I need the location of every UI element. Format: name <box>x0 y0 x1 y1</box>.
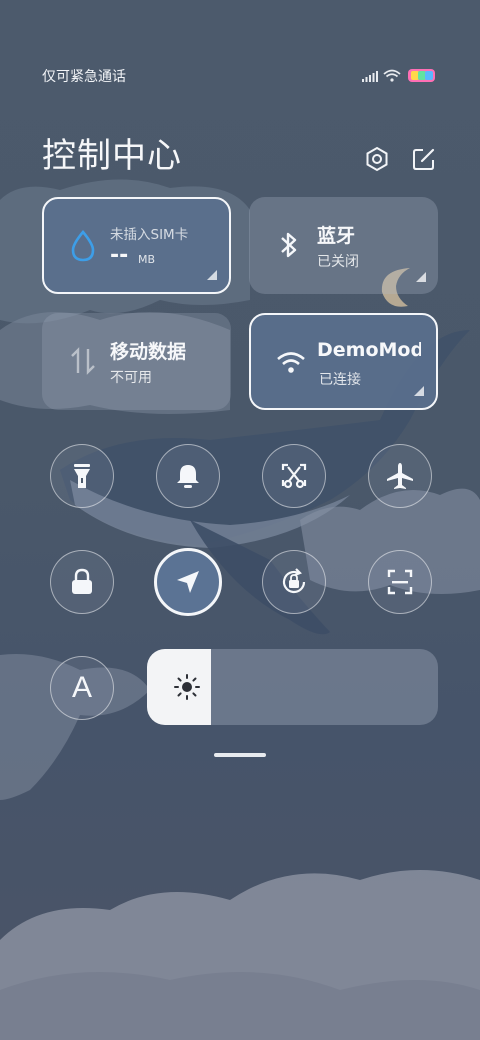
letter-a-icon: A <box>71 671 92 704</box>
location-toggle[interactable] <box>154 548 222 616</box>
tile-corner-indicator <box>414 386 424 396</box>
edit-icon[interactable] <box>410 145 438 173</box>
data-usage-value: -- <box>110 243 129 268</box>
status-icons <box>362 69 435 82</box>
wifi-icon <box>383 69 401 82</box>
bluetooth-icon <box>281 232 297 258</box>
rotation-lock-icon <box>282 568 306 594</box>
sun-icon <box>174 674 200 700</box>
ringer-toggle[interactable] <box>156 444 220 508</box>
status-bar: 仅可紧急通话 <box>42 64 438 88</box>
battery-icon <box>408 69 435 82</box>
brightness-slider[interactable] <box>147 649 438 725</box>
settings-hexagon-icon[interactable] <box>363 145 391 173</box>
signal-icon <box>362 71 378 82</box>
bluetooth-tile[interactable]: 蓝牙 已关闭 <box>249 197 438 294</box>
lock-icon <box>72 568 92 594</box>
auto-brightness-toggle[interactable]: A <box>50 656 114 720</box>
tile-corner-indicator <box>207 270 217 280</box>
flashlight-icon <box>74 464 90 488</box>
data-usage-tile[interactable]: 未插入SIM卡 -- MB <box>42 197 231 294</box>
bell-icon <box>177 465 199 488</box>
mobile-data-arrows-icon <box>71 347 95 375</box>
tile-corner-indicator <box>416 272 426 282</box>
airplane-mode-toggle[interactable] <box>368 444 432 508</box>
water-drop-icon <box>71 229 95 262</box>
wifi-network-name: DemoMod <box>317 339 421 361</box>
location-arrow-icon <box>177 571 199 593</box>
rotation-lock-toggle[interactable] <box>262 550 326 614</box>
wifi-status: 已连接 <box>319 372 361 388</box>
carrier-text: 仅可紧急通话 <box>42 69 126 85</box>
scissors-screenshot-icon <box>281 463 307 489</box>
page-title: 控制中心 <box>42 136 182 176</box>
mobile-data-tile[interactable]: 移动数据 不可用 <box>42 313 231 410</box>
flashlight-toggle[interactable] <box>50 444 114 508</box>
scan-frame-icon <box>387 569 413 595</box>
scanner-toggle[interactable] <box>368 550 432 614</box>
home-indicator[interactable] <box>214 753 266 757</box>
data-usage-unit: MB <box>138 253 156 266</box>
mobile-data-label: 移动数据 <box>110 341 187 363</box>
wifi-tile[interactable]: DemoMod 已连接 <box>249 313 438 410</box>
airplane-icon <box>387 463 413 489</box>
cloud-bottom-shade <box>0 972 480 1040</box>
screenshot-toggle[interactable] <box>262 444 326 508</box>
lock-screen-toggle[interactable] <box>50 550 114 614</box>
bluetooth-status: 已关闭 <box>317 254 359 270</box>
mobile-data-status: 不可用 <box>110 370 152 386</box>
data-usage-label: 未插入SIM卡 <box>110 227 189 243</box>
wifi-icon <box>277 352 305 373</box>
bluetooth-label: 蓝牙 <box>317 225 356 247</box>
